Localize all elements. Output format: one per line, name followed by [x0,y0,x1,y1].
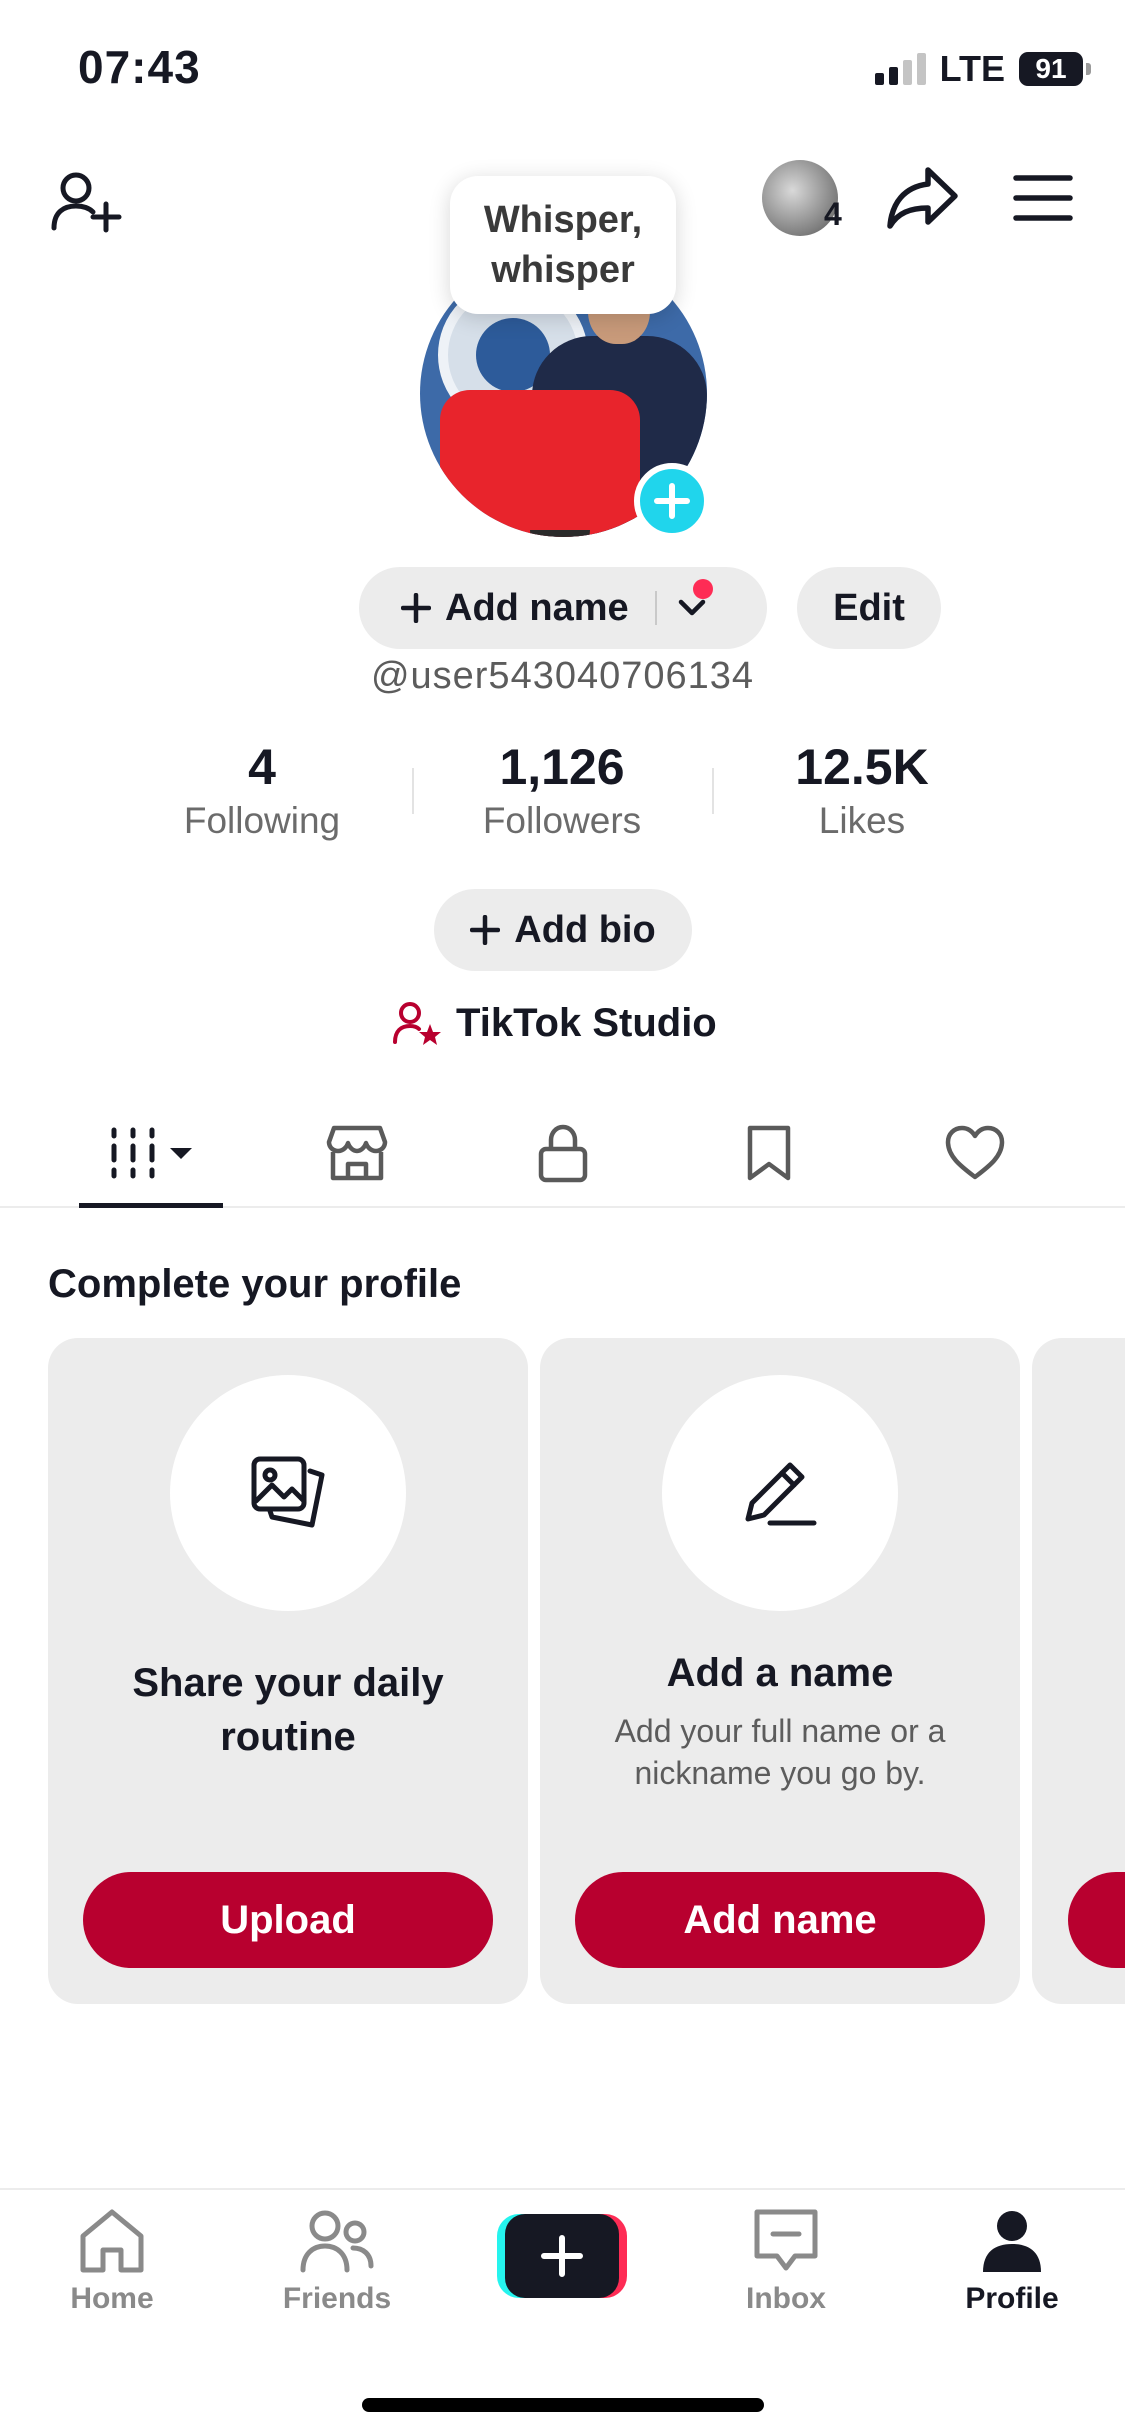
card-next-partial [1032,1338,1125,2004]
add-name-button[interactable]: Add name [359,567,629,649]
add-story-button[interactable] [634,463,710,539]
avatar-jersey-graphic [440,390,640,537]
stat-likes[interactable]: 12.5K Likes [732,738,992,842]
tab-saved[interactable] [697,1098,841,1208]
add-friend-button[interactable] [40,158,130,248]
nav-friends[interactable]: Friends [257,2208,417,2316]
tooltip-text: Whisper, whisper [483,199,643,291]
plus-icon [541,2235,583,2277]
bookmark-icon [747,1125,791,1181]
status-indicators: LTE 91 [874,48,1091,90]
card-description: Add your full name or a nickname you go … [614,1713,946,1791]
stat-value: 4 [248,739,276,795]
create-button[interactable] [497,2214,627,2298]
add-name-label: Add name [445,586,629,629]
menu-button[interactable] [1005,160,1080,235]
share-icon [887,167,958,229]
card-title: Add a name [666,1651,894,1695]
profile-tabs [0,1098,1125,1208]
nav-label: Friends [282,2282,392,2315]
network-label: LTE [939,48,1005,89]
inbox-icon [754,2209,818,2271]
home-icon [80,2209,144,2273]
nav-inbox[interactable]: Inbox [706,2208,866,2316]
plus-icon [401,593,431,623]
nav-home[interactable]: Home [32,2208,192,2316]
status-bar: 07:43 LTE 91 [0,0,1125,140]
next-card-button[interactable] [1068,1872,1125,1968]
stat-label: Likes [818,800,906,841]
stat-label: Following [183,800,341,841]
battery-icon: 91 [1019,52,1091,86]
stat-followers[interactable]: 1,126 Followers [432,738,692,842]
active-tab-indicator [79,1203,223,1208]
upload-button[interactable]: Upload [83,1872,493,1968]
lock-icon [538,1124,588,1183]
complete-profile-title: Complete your profile [48,1262,462,1306]
home-indicator [362,2398,764,2412]
tiktok-studio-link[interactable]: TikTok Studio [392,995,717,1051]
stat-following[interactable]: 4 Following [132,738,392,842]
tab-shop[interactable] [285,1098,429,1208]
stat-divider [712,768,714,814]
card-share-routine: Share your daily routine Upload [48,1338,528,2004]
add-bio-label: Add bio [514,908,656,951]
notification-dot [692,579,713,599]
stat-divider [412,768,414,814]
card-icon-circle [662,1375,898,1611]
add-name-card-button[interactable]: Add name [575,1872,985,1968]
stat-value: 1,126 [499,739,625,795]
tab-private[interactable] [491,1098,635,1208]
username: @user543040706134 [370,655,755,697]
tab-liked[interactable] [903,1098,1047,1208]
tab-videos[interactable] [79,1098,223,1208]
plus-icon [654,483,690,519]
friends-icon [300,2210,374,2273]
card-icon-circle [170,1375,406,1611]
stat-label: Followers [482,800,642,841]
account-switch-dropdown[interactable] [657,567,727,649]
share-profile-button[interactable] [878,158,968,238]
edit-profile-button[interactable]: Edit [797,567,941,649]
shop-icon [326,1125,388,1181]
tooltip-bubble: Whisper, whisper [450,176,676,314]
chevron-down-icon [678,599,705,616]
nav-label: Profile [965,2282,1059,2315]
profile-icon [983,2211,1041,2272]
plus-icon [470,915,501,945]
add-name-pill: Add name [359,567,767,649]
visitors-count: 4 [824,196,842,232]
status-time: 07:43 [78,41,201,93]
creator-star-icon [393,1002,441,1045]
add-bio-button[interactable]: Add bio [434,889,692,971]
add-user-icon [51,172,122,233]
nav-label: Home [70,2282,154,2315]
heart-icon [945,1125,1005,1180]
photos-icon [251,1456,325,1528]
signal-icon [874,53,926,85]
nav-profile[interactable]: Profile [932,2208,1092,2316]
stat-value: 12.5K [795,739,929,795]
card-title: Share your daily routine [132,1661,444,1759]
nav-label: Inbox [746,2282,826,2315]
hamburger-menu-icon [1012,174,1073,221]
grid-icon [111,1127,192,1179]
card-add-name: Add a name Add your full name or a nickn… [540,1338,1020,2004]
battery-level: 91 [1035,53,1067,84]
pencil-icon [745,1462,817,1526]
tiktok-studio-label: TikTok Studio [456,1000,717,1045]
